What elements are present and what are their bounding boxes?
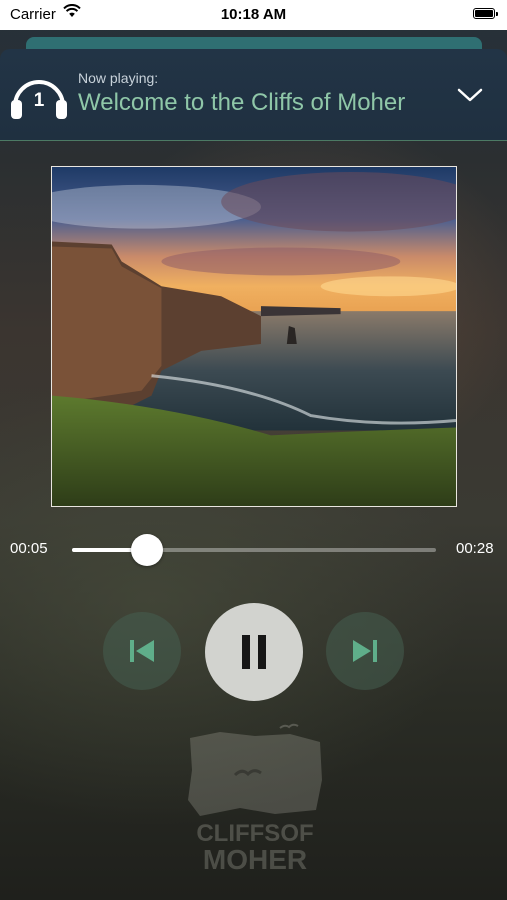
next-button[interactable] xyxy=(326,612,404,690)
skip-previous-icon xyxy=(130,640,154,662)
previous-button[interactable] xyxy=(103,612,181,690)
header-divider xyxy=(0,140,507,141)
artwork-image xyxy=(51,166,457,507)
skip-next-icon xyxy=(353,640,377,662)
now-playing-label: Now playing: xyxy=(78,70,159,86)
cliffs-of-moher-logo: CLIFFSOF MOHER xyxy=(180,720,330,875)
clock: 10:18 AM xyxy=(220,6,287,23)
headphones-icon: 1 xyxy=(10,76,68,120)
track-number: 1 xyxy=(33,90,45,111)
chevron-down-icon[interactable] xyxy=(454,85,486,105)
progress-thumb[interactable] xyxy=(130,534,163,566)
pause-button[interactable] xyxy=(205,603,303,701)
pause-icon xyxy=(242,635,266,669)
track-title: Welcome to the Cliffs of Moher xyxy=(78,89,406,116)
battery-icon xyxy=(473,8,498,19)
status-bar: Carrier 10:18 AM xyxy=(0,0,507,30)
total-time: 00:28 xyxy=(456,540,494,557)
elapsed-time: 00:05 xyxy=(10,540,48,557)
progress-slider[interactable] xyxy=(72,534,436,566)
logo-text-line2: MOHER xyxy=(202,844,308,875)
